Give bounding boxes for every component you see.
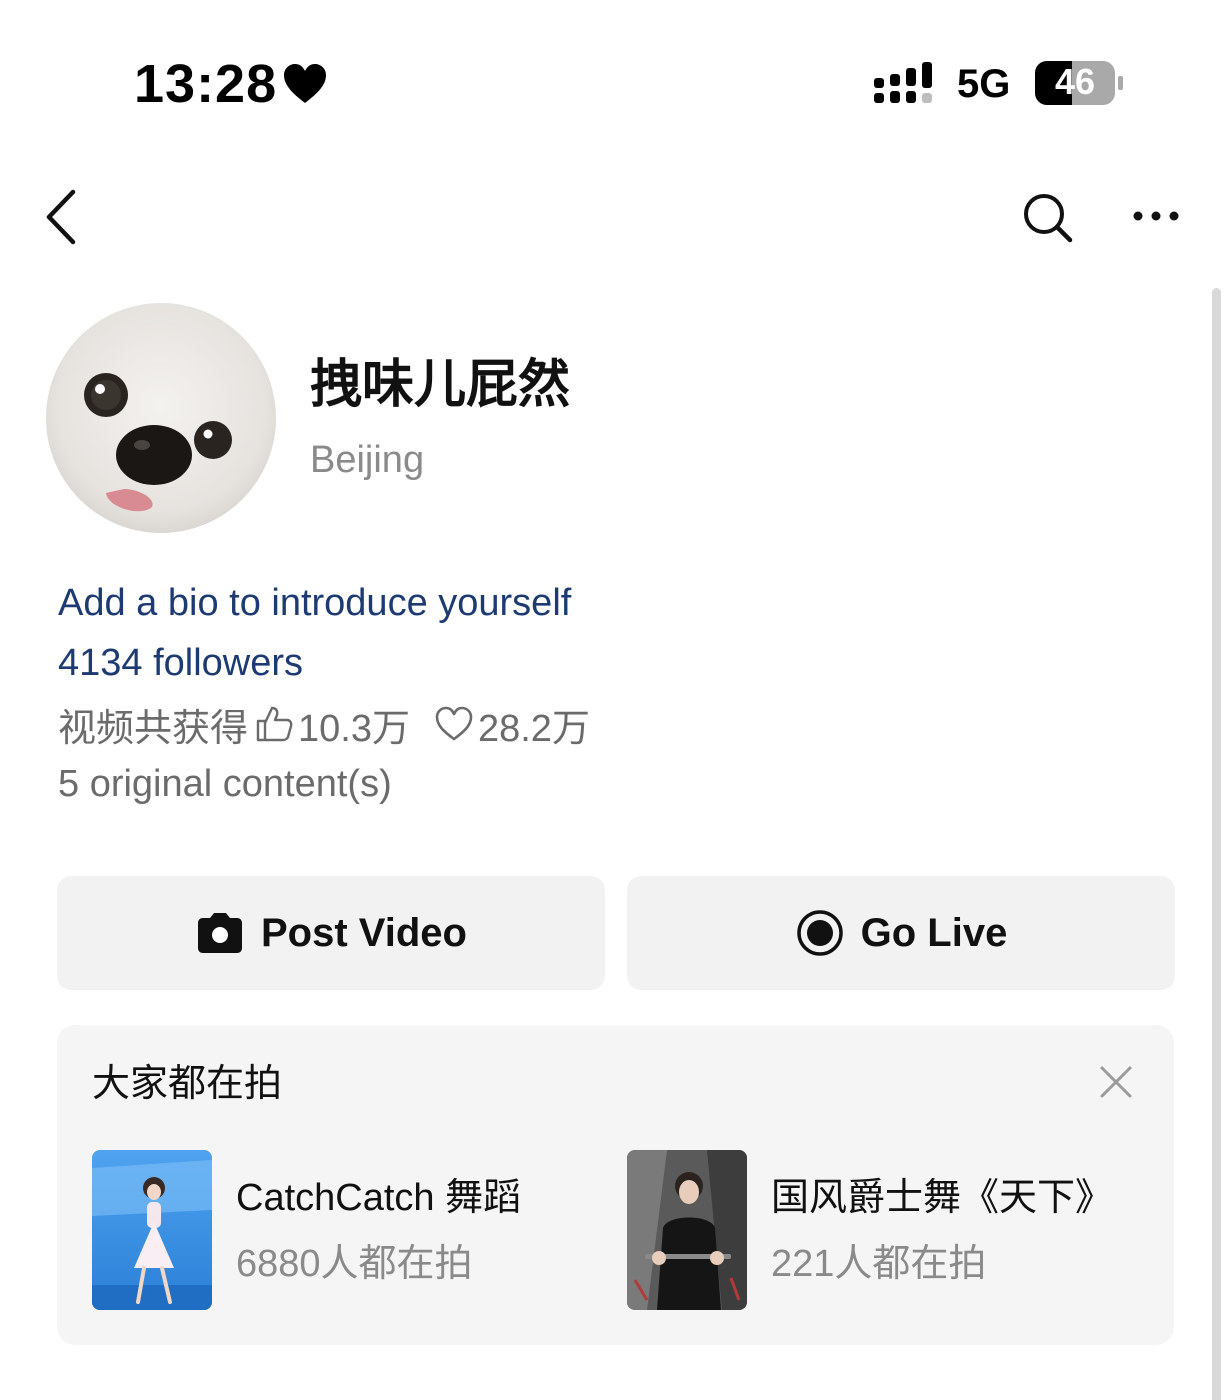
bio-prompt[interactable]: Add a bio to introduce yourself — [58, 576, 571, 630]
likes-count: 10.3万 — [298, 707, 410, 750]
trend-thumbnail[interactable] — [627, 1150, 747, 1310]
camera-icon — [198, 913, 242, 953]
search-icon[interactable] — [1020, 190, 1076, 246]
trend-count: 221人都在拍 — [771, 1243, 987, 1285]
thumbs-up-icon — [256, 706, 293, 742]
favorites-count: 28.2万 — [477, 707, 590, 750]
chevron-left-icon[interactable] — [40, 188, 84, 246]
username: 拽味儿屁然 — [310, 356, 571, 414]
status-time: 13:28 — [134, 54, 278, 114]
heart-outline-icon — [435, 706, 473, 741]
scrollbar[interactable] — [1212, 288, 1221, 1400]
trend-name[interactable]: 国风爵士舞《天下》 — [771, 1172, 1113, 1224]
trend-count: 6880人都在拍 — [236, 1243, 473, 1285]
trending-title: 大家都在拍 — [92, 1063, 283, 1105]
close-icon[interactable] — [1096, 1062, 1136, 1102]
post-video-button[interactable]: Post Video — [57, 876, 605, 990]
avatar[interactable] — [46, 303, 276, 533]
heart-icon — [284, 64, 326, 103]
battery-level: 46 — [1054, 61, 1096, 102]
post-video-label: Post Video — [261, 910, 467, 955]
stats-row: 视频共获得 10.3万 28.2万 — [58, 696, 590, 752]
followers-count[interactable]: 4134 followers — [58, 636, 303, 690]
stats-label: 视频共获得 — [58, 707, 249, 750]
signal-icon — [874, 62, 932, 103]
record-icon — [796, 910, 843, 956]
trend-name[interactable]: CatchCatch 舞蹈 — [236, 1172, 521, 1224]
more-icon[interactable] — [1130, 200, 1182, 232]
go-live-label: Go Live — [860, 910, 1008, 955]
network-type: 5G — [957, 62, 1011, 106]
go-live-button[interactable]: Go Live — [627, 876, 1175, 990]
location: Beijing — [310, 439, 425, 481]
trend-thumbnail[interactable] — [92, 1150, 212, 1310]
original-content-count: 5 original content(s) — [58, 763, 392, 805]
